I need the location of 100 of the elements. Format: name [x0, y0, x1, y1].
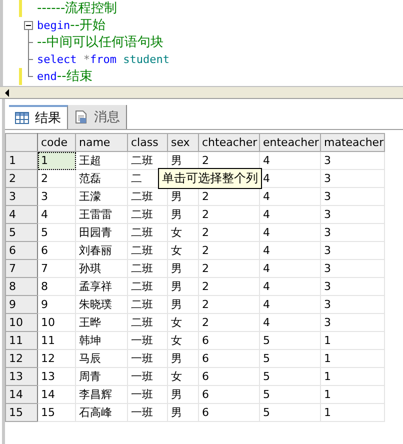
table-cell: 6: [198, 404, 260, 422]
tooltip: 单击可选择整个列: [158, 168, 262, 189]
table-cell: 7: [38, 260, 76, 278]
table-cell: 4: [260, 206, 320, 224]
table-cell: 女: [168, 332, 198, 350]
table-cell: 5: [260, 386, 320, 404]
table-cell: 4: [260, 188, 320, 206]
table-cell: 3: [320, 242, 384, 260]
table-cell: 1: [320, 386, 384, 404]
table-cell: 1: [320, 350, 384, 368]
table-cell: 李昌辉: [76, 386, 128, 404]
table-cell: 1: [320, 332, 384, 350]
table-cell: 3: [320, 296, 384, 314]
table-cell: 2: [198, 314, 260, 332]
table-cell: 田园青: [76, 224, 128, 242]
row-header[interactable]: 4: [6, 206, 38, 224]
table-cell: 3: [320, 278, 384, 296]
table-cell: 3: [320, 314, 384, 332]
table-cell: 6: [198, 350, 260, 368]
row-header[interactable]: 5: [6, 224, 38, 242]
column-header[interactable]: code: [38, 134, 76, 152]
column-header[interactable]: sex: [168, 134, 198, 152]
table-cell: 4: [38, 206, 76, 224]
row-header[interactable]: 11: [6, 332, 38, 350]
row-header[interactable]: 8: [6, 278, 38, 296]
row-header[interactable]: 13: [6, 368, 38, 386]
table-cell: 王晔: [76, 314, 128, 332]
table-cell: 4: [260, 242, 320, 260]
code-line: end--结束: [37, 68, 92, 85]
table-cell: 王雷雷: [76, 206, 128, 224]
document-icon: [74, 110, 88, 124]
table-cell: 3: [320, 170, 384, 188]
results-tab[interactable]: 消息: [68, 105, 127, 129]
table-cell: 一班: [128, 332, 168, 350]
row-header[interactable]: 2: [6, 170, 38, 188]
table-cell: 2: [198, 224, 260, 242]
table-cell: 王濛: [76, 188, 128, 206]
scroll-left-icon[interactable]: [4, 88, 10, 96]
row-header[interactable]: 15: [6, 404, 38, 422]
table-cell: 一班: [128, 350, 168, 368]
table-cell: 一班: [128, 386, 168, 404]
table-cell: 男: [168, 386, 198, 404]
column-header[interactable]: enteacher: [260, 134, 320, 152]
horizontal-scrollbar[interactable]: [0, 86, 403, 99]
table-cell: 12: [38, 350, 76, 368]
table-cell: 男: [168, 278, 198, 296]
table-cell: 10: [38, 314, 76, 332]
table-cell: 二班: [128, 206, 168, 224]
table-cell: 6: [198, 386, 260, 404]
row-header[interactable]: 3: [6, 188, 38, 206]
row-header[interactable]: 9: [6, 296, 38, 314]
results-tab[interactable]: 结果: [9, 105, 68, 129]
table-cell: 6: [198, 332, 260, 350]
table-cell: 二班: [128, 224, 168, 242]
table-cell: 范磊: [76, 170, 128, 188]
row-header[interactable]: 14: [6, 386, 38, 404]
table-cell: 13: [38, 368, 76, 386]
table-cell: 男: [168, 260, 198, 278]
code-line: ------流程控制: [37, 0, 118, 17]
table-cell: 11: [38, 332, 76, 350]
table-cell: 4: [260, 260, 320, 278]
table-cell: 2: [198, 242, 260, 260]
table-cell: 5: [38, 224, 76, 242]
column-header[interactable]: name: [76, 134, 128, 152]
table-cell: 韩坤: [76, 332, 128, 350]
table-cell: 二班: [128, 314, 168, 332]
row-header[interactable]: 1: [6, 152, 38, 170]
table-cell: 3: [320, 206, 384, 224]
table-cell: 1: [320, 404, 384, 422]
table-cell: 14: [38, 386, 76, 404]
table-cell: 2: [198, 278, 260, 296]
table-cell: 二班: [128, 296, 168, 314]
code-line: begin--开始: [37, 17, 106, 34]
table-cell: 5: [260, 332, 320, 350]
code-line: --中间可以任何语句块: [37, 34, 164, 51]
table-cell: 5: [260, 350, 320, 368]
table-cell: 王超: [76, 152, 128, 170]
table-cell: 9: [38, 296, 76, 314]
row-header[interactable]: 10: [6, 314, 38, 332]
row-header[interactable]: 6: [6, 242, 38, 260]
table-cell: 3: [38, 188, 76, 206]
column-header[interactable]: mateacher: [320, 134, 384, 152]
table-cell: 男: [168, 296, 198, 314]
table-cell: 女: [168, 314, 198, 332]
table-cell: 女: [168, 368, 198, 386]
code-line: select *from student: [37, 52, 170, 68]
table-cell: 6: [38, 242, 76, 260]
table-cell: 朱晓璞: [76, 296, 128, 314]
table-cell: 二班: [128, 242, 168, 260]
column-header[interactable]: class: [128, 134, 168, 152]
table-cell: 二班: [128, 278, 168, 296]
row-header[interactable]: 12: [6, 350, 38, 368]
table-cell: 石高峰: [76, 404, 128, 422]
table-cell: 马辰: [76, 350, 128, 368]
table-cell: 3: [320, 152, 384, 170]
table-cell: 1: [38, 152, 76, 170]
table-cell: 男: [168, 206, 198, 224]
column-header[interactable]: chteacher: [198, 134, 260, 152]
row-header[interactable]: 7: [6, 260, 38, 278]
table-cell: 男: [168, 350, 198, 368]
